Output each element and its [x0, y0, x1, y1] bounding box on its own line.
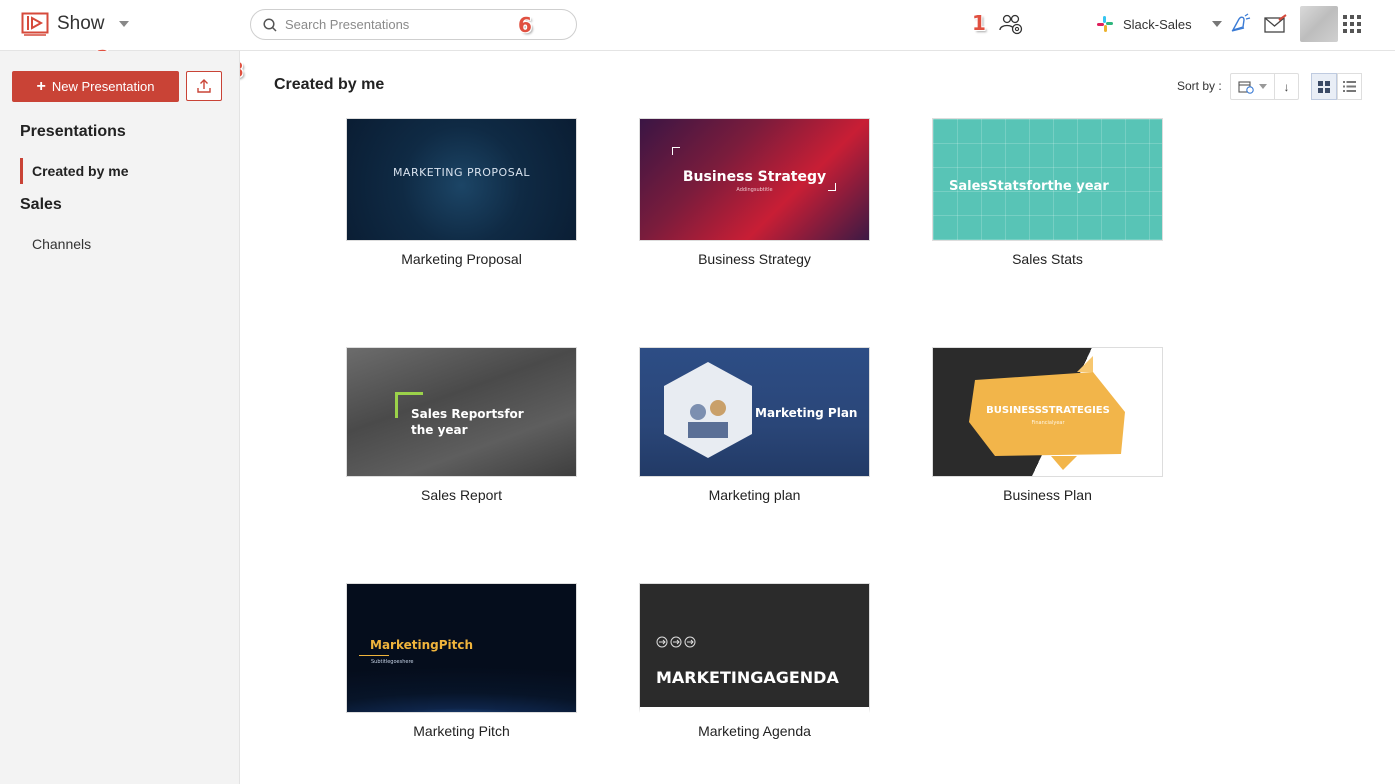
page-title: Created by me: [274, 76, 385, 93]
workspace-switcher[interactable]: Slack-Sales: [1096, 15, 1222, 33]
presentation-thumbnail[interactable]: MarketingPitch Subtitlegoeshere: [346, 583, 577, 713]
notifications-icon[interactable]: [1229, 13, 1251, 35]
callout-marker: 6: [518, 13, 532, 37]
list-view-button[interactable]: [1336, 73, 1362, 100]
photo-hexagon: [664, 362, 752, 458]
presentation-name: Marketing Agenda: [698, 723, 811, 739]
search-input[interactable]: [285, 17, 545, 32]
presentation-name: Marketing Pitch: [413, 723, 510, 739]
sort-direction-button[interactable]: ↓: [1275, 80, 1298, 94]
presentation-name: Marketing plan: [708, 487, 801, 503]
search-icon: [263, 17, 277, 32]
chevron-down-icon: [1211, 21, 1222, 27]
corner-mark: [672, 147, 680, 155]
app-name: Show: [57, 13, 105, 34]
team-settings-icon[interactable]: [998, 12, 1024, 36]
sidebar: + New Presentation Presentations Created…: [0, 51, 240, 784]
chevron-down-icon: [1259, 84, 1267, 89]
presentation-name: Marketing Proposal: [401, 251, 522, 267]
presentation-name: Sales Stats: [1012, 251, 1083, 267]
presentation-card[interactable]: Business Strategy Addingsubtitle Busines…: [639, 118, 870, 267]
thumbnail-title: MARKETING PROPOSAL: [392, 166, 531, 179]
presentation-card[interactable]: BUSINESSSTRATEGIES Financialyear Busines…: [932, 347, 1163, 503]
presentation-card[interactable]: MarketingPitch Subtitlegoeshere Marketin…: [346, 583, 577, 739]
thumbnail-title: Business Strategy: [682, 169, 827, 185]
arrow-circles-icon: [656, 636, 696, 648]
presentation-thumbnail[interactable]: Sales Reportsfor the year: [346, 347, 577, 477]
grid-view-icon: [1317, 80, 1330, 93]
thumbnail-title: BUSINESSSTRATEGIES: [986, 405, 1110, 416]
new-presentation-label: New Presentation: [51, 79, 155, 94]
new-presentation-button[interactable]: + New Presentation: [12, 71, 179, 102]
presentation-card[interactable]: Marketing Plan Marketing plan: [639, 347, 870, 503]
sidebar-item-channels[interactable]: Channels: [20, 231, 220, 257]
grid-view-button[interactable]: [1311, 73, 1337, 100]
top-bar: Show Slack-Sales: [0, 0, 1395, 51]
upload-button[interactable]: [186, 71, 222, 101]
section-heading-presentations: Presentations: [20, 123, 126, 140]
show-logo-icon: [21, 12, 49, 36]
thumbnail-subtitle: Financialyear: [1031, 420, 1065, 426]
sidebar-item-created-by-me[interactable]: Created by me: [20, 158, 220, 184]
presentation-card[interactable]: SalesStatsforthe year Sales Stats: [932, 118, 1163, 267]
view-toggle: [1311, 73, 1362, 100]
presentation-thumbnail[interactable]: BUSINESSSTRATEGIES Financialyear: [932, 347, 1163, 477]
thumbnail-subtitle: Addingsubtitle: [736, 187, 773, 193]
sort-field-dropdown[interactable]: [1231, 74, 1275, 99]
presentation-name: Business Strategy: [698, 251, 811, 267]
list-view-icon: [1342, 81, 1356, 92]
sort-label: Sort by :: [1177, 79, 1222, 93]
presentation-thumbnail[interactable]: MARKETINGAGENDA: [639, 583, 870, 713]
app-switcher[interactable]: Show: [21, 12, 129, 36]
thumbnail-title: Sales Reportsfor the year: [411, 407, 524, 437]
presentation-card[interactable]: MARKETINGAGENDA Marketing Agenda: [639, 583, 870, 739]
plus-icon: +: [36, 77, 46, 95]
avatar[interactable]: [1300, 6, 1338, 42]
slack-icon: [1097, 16, 1113, 32]
calendar-clock-icon: [1238, 80, 1254, 94]
presentation-name: Sales Report: [421, 487, 502, 503]
mail-icon[interactable]: [1264, 14, 1288, 34]
thumbnail-title: Marketing Plan: [755, 406, 858, 420]
thumbnail-subtitle: Subtitlegoeshere: [371, 659, 414, 665]
thumbnail-title: MARKETINGAGENDA: [656, 668, 839, 687]
presentation-thumbnail[interactable]: SalesStatsforthe year: [932, 118, 1163, 241]
presentation-card[interactable]: Sales Reportsfor the year Sales Report: [346, 347, 577, 503]
thumbnail-title: MarketingPitch: [370, 638, 474, 652]
section-heading-sales: Sales: [20, 196, 62, 213]
workspace-name: Slack-Sales: [1123, 16, 1192, 32]
presentation-card[interactable]: MARKETING PROPOSAL Marketing Proposal: [346, 118, 577, 267]
chevron-down-icon: [118, 21, 129, 27]
presentation-name: Business Plan: [1003, 487, 1092, 503]
title-underline: [359, 655, 389, 656]
presentation-thumbnail[interactable]: Business Strategy Addingsubtitle: [639, 118, 870, 241]
sort-control: ↓: [1230, 73, 1299, 100]
app-grid-icon[interactable]: [1343, 15, 1361, 33]
upload-icon: [197, 79, 211, 93]
thumbnail-title: SalesStatsforthe year: [949, 179, 1109, 194]
presentation-thumbnail[interactable]: Marketing Plan: [639, 347, 870, 477]
presentation-thumbnail[interactable]: MARKETING PROPOSAL: [346, 118, 577, 241]
callout-marker: 1: [972, 11, 986, 35]
